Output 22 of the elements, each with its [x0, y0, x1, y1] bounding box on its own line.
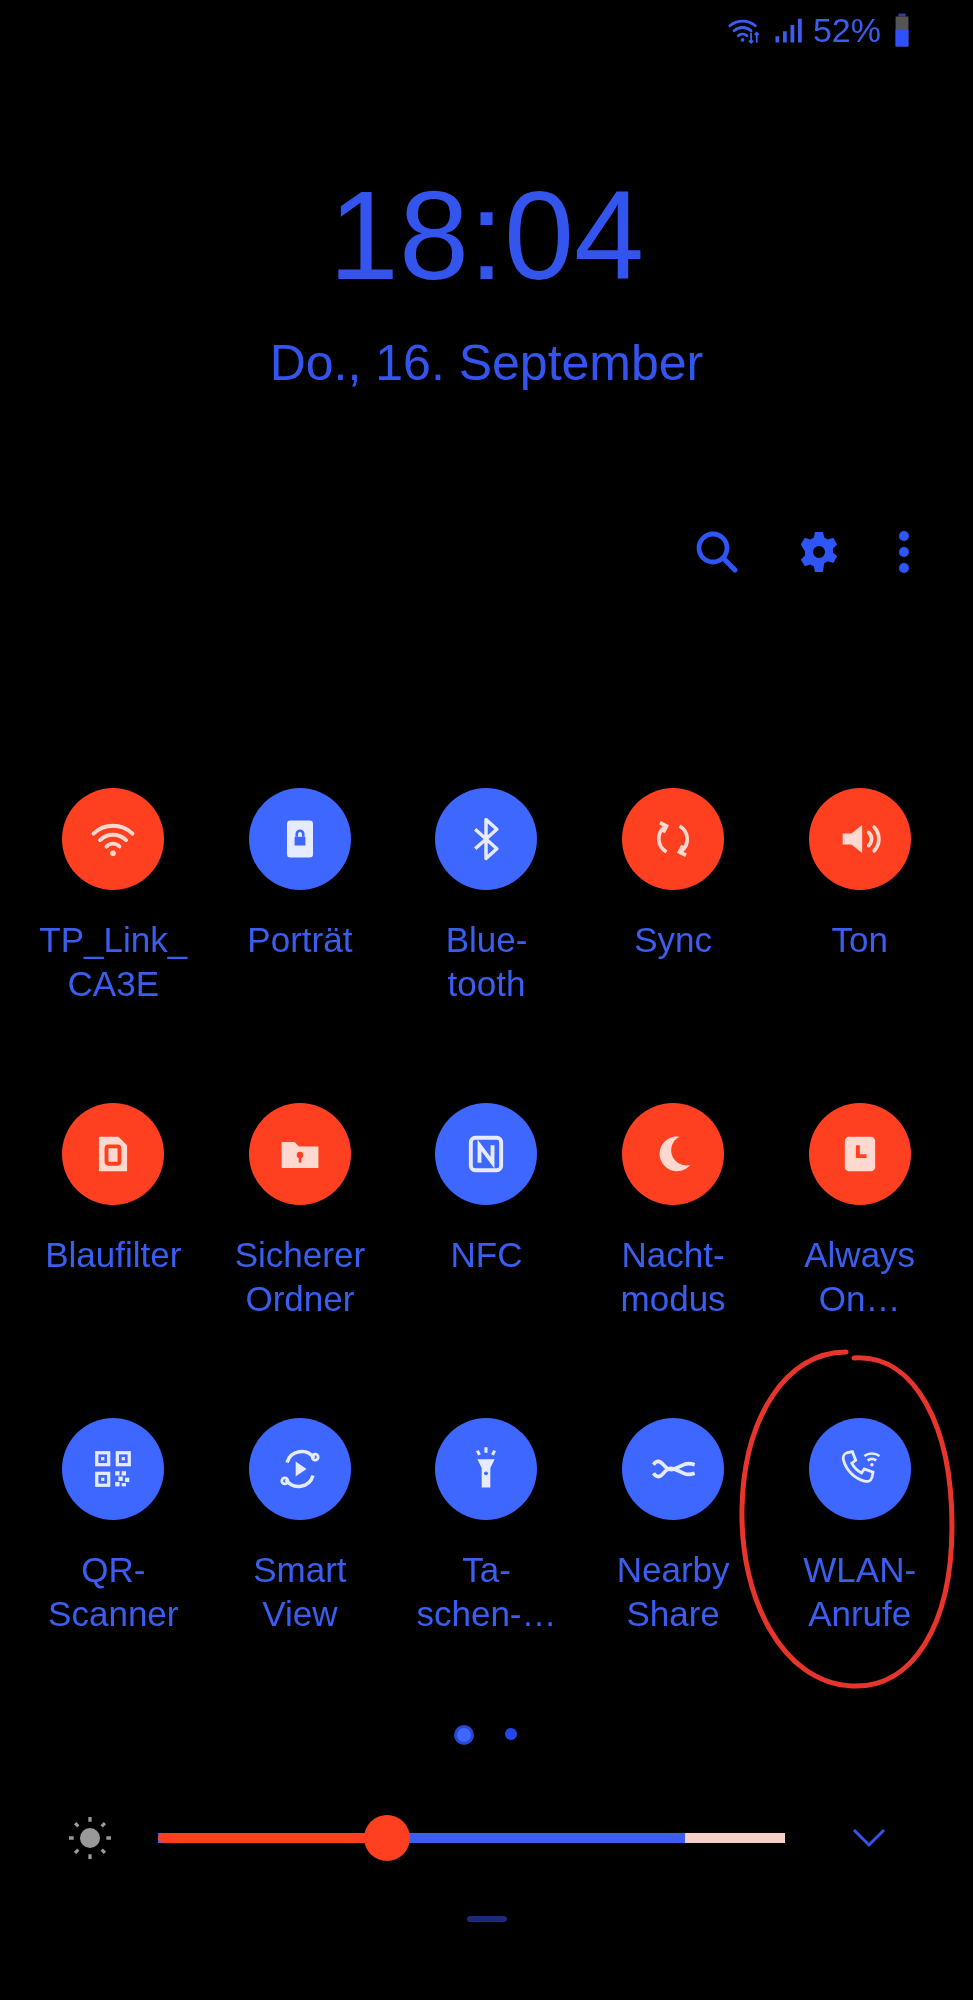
tile-label: QR- Scanner [48, 1549, 179, 1635]
tile-label: Nearby Share [616, 1549, 730, 1635]
tile-label: Always On… [804, 1234, 916, 1320]
tile-label: Nacht- modus [620, 1234, 726, 1320]
tile-label: NFC [450, 1234, 523, 1276]
chevron-down-icon[interactable] [851, 1827, 887, 1849]
tile-label: TP_Link_ CA3E [39, 919, 188, 1005]
tile-label: Ton [831, 919, 888, 961]
tile-label: Sync [634, 919, 712, 961]
tile-label: Ta- schen-… [416, 1549, 557, 1635]
tile-label: Sicherer Ordner [234, 1234, 366, 1320]
drag-handle[interactable] [466, 1916, 507, 1922]
clock-time: 18:04 [328, 174, 645, 298]
tile-label: Porträt [247, 919, 353, 961]
battery-percent: 52% [812, 10, 881, 50]
tile-label: Smart View [253, 1549, 347, 1635]
more-options-icon[interactable] [897, 529, 911, 575]
tile-label: WLAN- Anrufe [803, 1549, 917, 1635]
clock-date: Do., 16. September [269, 334, 704, 393]
slider-thumb[interactable] [363, 1815, 410, 1861]
tile-label: Blue- tooth [445, 919, 528, 1005]
tile-label: Blaufilter [45, 1234, 182, 1276]
